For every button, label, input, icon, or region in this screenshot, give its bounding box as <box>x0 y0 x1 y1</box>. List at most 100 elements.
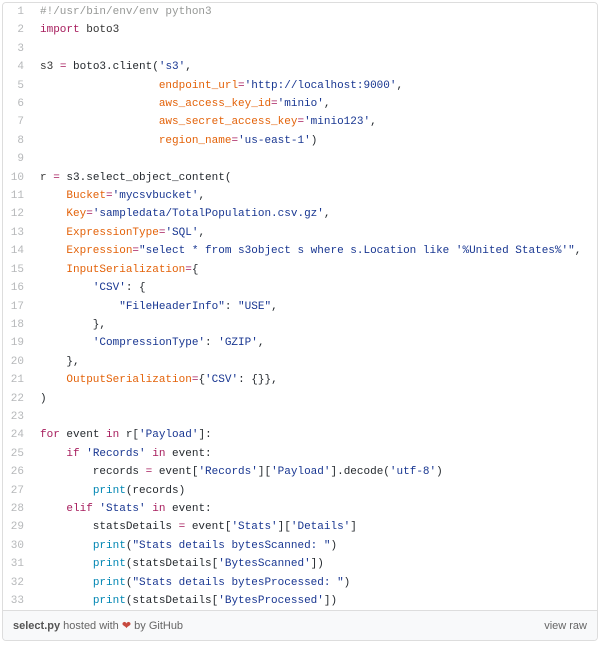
filename-link[interactable]: select.py <box>13 620 60 632</box>
code-line[interactable]: 32 print("Stats details bytesProcessed: … <box>3 574 597 592</box>
code-content: OutputSerialization={'CSV': {}}, <box>32 371 278 389</box>
code-line[interactable]: 6 aws_access_key_id='minio', <box>3 95 597 113</box>
code-content: for event in r['Payload']: <box>32 426 212 444</box>
code-line[interactable]: 12 Key='sampledata/TotalPopulation.csv.g… <box>3 205 597 223</box>
code-content <box>32 150 40 168</box>
code-content: aws_secret_access_key='minio123', <box>32 113 377 131</box>
code-content: print(statsDetails['BytesProcessed']) <box>32 592 337 610</box>
code-content: if 'Records' in event: <box>32 445 212 463</box>
line-number: 5 <box>3 77 32 95</box>
gist-container: 1#!/usr/bin/env/env python32import boto3… <box>2 2 598 641</box>
line-number: 31 <box>3 555 32 573</box>
code-line[interactable]: 18 }, <box>3 316 597 334</box>
line-number: 3 <box>3 40 32 58</box>
line-number: 19 <box>3 334 32 352</box>
code-line[interactable]: 13 ExpressionType='SQL', <box>3 224 597 242</box>
code-line[interactable]: 22) <box>3 390 597 408</box>
code-content: }, <box>32 353 80 371</box>
code-line[interactable]: 2import boto3 <box>3 21 597 39</box>
code-content: statsDetails = event['Stats']['Details'] <box>32 518 357 536</box>
code-content: s3 = boto3.client('s3', <box>32 58 192 76</box>
code-content: Bucket='mycsvbucket', <box>32 187 205 205</box>
code-line[interactable]: 20 }, <box>3 353 597 371</box>
code-line[interactable]: 21 OutputSerialization={'CSV': {}}, <box>3 371 597 389</box>
code-block[interactable]: 1#!/usr/bin/env/env python32import boto3… <box>3 3 597 610</box>
line-number: 23 <box>3 408 32 426</box>
code-line[interactable]: 9 <box>3 150 597 168</box>
hosted-text: hosted with <box>60 620 122 632</box>
code-content: }, <box>32 316 106 334</box>
code-content <box>32 408 40 426</box>
line-number: 22 <box>3 390 32 408</box>
code-line[interactable]: 11 Bucket='mycsvbucket', <box>3 187 597 205</box>
line-number: 33 <box>3 592 32 610</box>
code-line[interactable]: 10r = s3.select_object_content( <box>3 169 597 187</box>
code-content: print(statsDetails['BytesScanned']) <box>32 555 324 573</box>
line-number: 12 <box>3 205 32 223</box>
line-number: 18 <box>3 316 32 334</box>
code-content: r = s3.select_object_content( <box>32 169 231 187</box>
code-line[interactable]: 17 "FileHeaderInfo": "USE", <box>3 298 597 316</box>
line-number: 16 <box>3 279 32 297</box>
code-line[interactable]: 16 'CSV': { <box>3 279 597 297</box>
line-number: 7 <box>3 113 32 131</box>
line-number: 21 <box>3 371 32 389</box>
view-raw-link[interactable]: view raw <box>544 620 587 632</box>
code-line[interactable]: 4s3 = boto3.client('s3', <box>3 58 597 76</box>
code-line[interactable]: 25 if 'Records' in event: <box>3 445 597 463</box>
code-content: Key='sampledata/TotalPopulation.csv.gz', <box>32 205 330 223</box>
line-number: 1 <box>3 3 32 21</box>
code-content: InputSerialization={ <box>32 261 198 279</box>
by-text: by <box>131 620 149 632</box>
line-number: 30 <box>3 537 32 555</box>
code-line[interactable]: 24for event in r['Payload']: <box>3 426 597 444</box>
code-content: aws_access_key_id='minio', <box>32 95 330 113</box>
code-line[interactable]: 30 print("Stats details bytesScanned: ") <box>3 537 597 555</box>
line-number: 25 <box>3 445 32 463</box>
code-line[interactable]: 27 print(records) <box>3 482 597 500</box>
code-content: "FileHeaderInfo": "USE", <box>32 298 278 316</box>
line-number: 6 <box>3 95 32 113</box>
code-content: ExpressionType='SQL', <box>32 224 205 242</box>
code-line[interactable]: 26 records = event['Records']['Payload']… <box>3 463 597 481</box>
code-line[interactable]: 33 print(statsDetails['BytesProcessed']) <box>3 592 597 610</box>
host-link[interactable]: GitHub <box>149 620 183 632</box>
line-number: 28 <box>3 500 32 518</box>
line-number: 29 <box>3 518 32 536</box>
footer-left: select.py hosted with ❤ by GitHub <box>13 619 183 632</box>
code-content: 'CSV': { <box>32 279 146 297</box>
line-number: 2 <box>3 21 32 39</box>
heart-icon: ❤ <box>122 620 131 632</box>
code-line[interactable]: 1#!/usr/bin/env/env python3 <box>3 3 597 21</box>
gist-footer: select.py hosted with ❤ by GitHub view r… <box>3 610 597 640</box>
code-line[interactable]: 8 region_name='us-east-1') <box>3 132 597 150</box>
line-number: 27 <box>3 482 32 500</box>
code-content: Expression="select * from s3object s whe… <box>32 242 581 260</box>
line-number: 9 <box>3 150 32 168</box>
code-line[interactable]: 15 InputSerialization={ <box>3 261 597 279</box>
line-number: 24 <box>3 426 32 444</box>
code-content <box>32 40 40 58</box>
line-number: 15 <box>3 261 32 279</box>
code-line[interactable]: 5 endpoint_url='http://localhost:9000', <box>3 77 597 95</box>
code-content: endpoint_url='http://localhost:9000', <box>32 77 403 95</box>
code-line[interactable]: 3 <box>3 40 597 58</box>
code-line[interactable]: 23 <box>3 408 597 426</box>
code-content: print("Stats details bytesProcessed: ") <box>32 574 350 592</box>
code-content: region_name='us-east-1') <box>32 132 317 150</box>
code-content: 'CompressionType': 'GZIP', <box>32 334 264 352</box>
code-line[interactable]: 14 Expression="select * from s3object s … <box>3 242 597 260</box>
code-content: print(records) <box>32 482 185 500</box>
code-line[interactable]: 29 statsDetails = event['Stats']['Detail… <box>3 518 597 536</box>
code-line[interactable]: 19 'CompressionType': 'GZIP', <box>3 334 597 352</box>
code-line[interactable]: 31 print(statsDetails['BytesScanned']) <box>3 555 597 573</box>
line-number: 17 <box>3 298 32 316</box>
line-number: 14 <box>3 242 32 260</box>
line-number: 10 <box>3 169 32 187</box>
line-number: 13 <box>3 224 32 242</box>
line-number: 20 <box>3 353 32 371</box>
code-line[interactable]: 28 elif 'Stats' in event: <box>3 500 597 518</box>
code-content: print("Stats details bytesScanned: ") <box>32 537 337 555</box>
code-content: ) <box>32 390 47 408</box>
code-line[interactable]: 7 aws_secret_access_key='minio123', <box>3 113 597 131</box>
